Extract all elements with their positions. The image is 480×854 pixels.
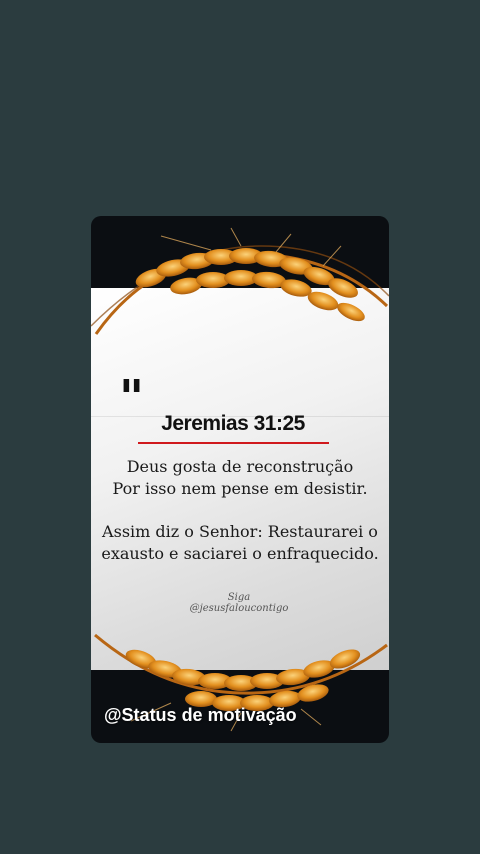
message-text: Deus gosta de reconstrução Por isso nem … <box>101 456 379 500</box>
message-line-1: Deus gosta de reconstrução <box>126 457 354 476</box>
signature: Siga @jesusfaloucontigo <box>189 592 289 614</box>
watermark-label: @Status de motivação <box>104 705 297 725</box>
verse-text: Assim diz o Senhor: Restaurarei o exaust… <box>101 522 379 563</box>
status-post-card[interactable]: " Jeremias 31:25 Deus gosta de reconstru… <box>91 216 389 743</box>
reference-underline <box>138 442 329 444</box>
verse-reference: Jeremias 31:25 <box>161 412 305 435</box>
wheat-top-decoration <box>91 227 389 335</box>
message-line-2: Por isso nem pense em desistir. <box>112 479 368 498</box>
